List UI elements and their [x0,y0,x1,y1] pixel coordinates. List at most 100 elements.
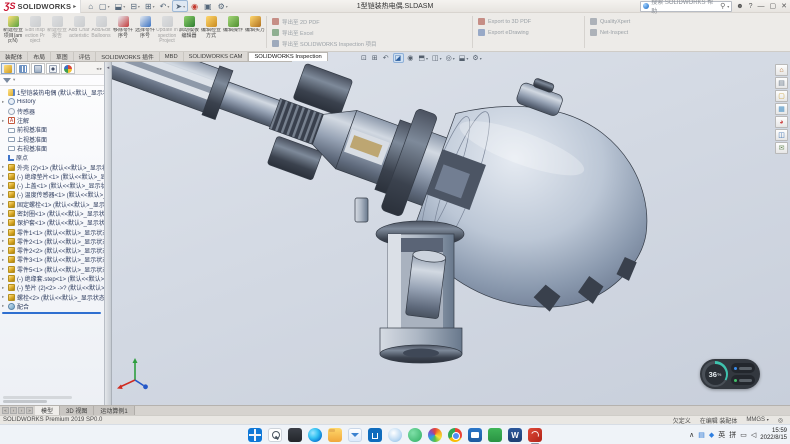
tree-item[interactable]: ▸ 固定螺栓<1> (默认<<默认>_显示状 [0,200,104,209]
taskbar-app-icon[interactable] [308,428,322,442]
tree-item[interactable]: 前视基准面 [0,125,104,134]
restore-button[interactable]: ▢ [770,2,777,10]
tree-item[interactable]: ▸ 螺栓<2> (默认<<默认>_显示状态- [0,293,104,302]
recorder-button-2[interactable] [731,375,755,385]
taskbar-clock[interactable]: 15:59 2022/8/15 [760,428,787,442]
taskbar-app-icon[interactable] [248,428,262,442]
commandmanager-tab[interactable]: SOLIDWORKS CAM [184,52,249,61]
ribbon-button[interactable]: 新建检查报告 [46,14,68,51]
taskbar-app-icon[interactable] [268,428,282,442]
quick-access-button[interactable]: ⚙▾ [216,0,230,12]
export-command[interactable]: Export eDrawing [478,27,531,38]
tray-icon[interactable]: ◆ [709,431,714,439]
commandmanager-tab[interactable]: MBD [160,52,184,61]
tree-filter[interactable]: ▾ [0,75,104,86]
taskpane-icon[interactable]: ◫ [775,129,788,141]
screen-recorder-widget[interactable]: 36% [700,359,760,389]
assembly-model[interactable] [112,52,790,405]
tree-item[interactable]: ▸ (-) 绝缘垫片<1> (默认<<默认>_显示 [0,172,104,181]
ribbon-button[interactable]: Add/Edit Balloons [90,14,112,51]
headsup-tool-icon[interactable]: ⬒▾ [417,53,429,63]
quick-access-button[interactable]: ◉ [189,0,201,12]
tree-item[interactable]: ▸ 零件2<1> (默认<<默认>_显示状态- [0,237,104,246]
filter-dropdown-icon[interactable]: ▾ [13,77,15,83]
taskbar-app-icon[interactable] [488,428,502,442]
panel-splitter[interactable]: ◂ [105,62,112,405]
quick-access-button[interactable]: ▣ [202,0,215,12]
tree-item[interactable]: ▸ (-) 上盖<1> (默认<<默认>_显示状态 [0,181,104,190]
headsup-tool-icon[interactable]: ◪ [393,53,405,63]
tree-item[interactable]: ▸ (-) 垫片 (2)<2> ->? (默认<<默认>_ [0,283,104,292]
headsup-tool-icon[interactable]: ⊡ [360,53,369,63]
view-tab-nav-button[interactable]: « [2,407,9,414]
commandmanager-tab[interactable]: 装配体 [0,52,28,61]
ribbon-button[interactable]: 选择零件序号 [134,14,156,51]
search-icon[interactable]: ⚲ [720,2,725,10]
ribbon-button[interactable]: 编辑检查方式 [200,14,222,51]
ribbon-button[interactable]: 启动模板编辑器 [178,14,200,51]
taskpane-icon[interactable]: ⌂ [775,64,788,76]
commandmanager-tab[interactable]: SOLIDWORKS Inspection [248,52,327,61]
tray-icon[interactable]: ∧ [689,431,694,439]
search-dropdown-icon[interactable]: ▾ [727,4,729,9]
taskpane-icon[interactable]: ▦ [775,103,788,115]
tree-item[interactable]: ▸ 配合 [0,302,104,311]
taskpane-icon[interactable]: ◕ [775,116,788,128]
quick-access-button[interactable]: ⊞▾ [143,0,157,12]
tree-item[interactable]: ▸ 零件1<1> (默认<<默认>_显示状态- [0,227,104,236]
panel-tab-arrows[interactable]: ◂ ▸ [96,66,103,72]
headsup-tool-icon[interactable]: ⬓▾ [458,53,470,63]
headsup-tool-icon[interactable]: ↶ [382,53,391,63]
quick-access-button[interactable]: ▢▾ [97,0,112,12]
quick-access-button[interactable]: ⊟▾ [128,0,142,12]
headsup-tool-icon[interactable]: ⊞ [371,53,380,63]
tray-icon[interactable]: 英 [718,430,725,440]
minimize-button[interactable]: — [758,3,765,10]
view-tab[interactable]: 模型 [35,406,60,415]
taskpane-icon[interactable]: ✉ [775,142,788,154]
commandmanager-tab[interactable]: 评估 [74,52,97,61]
taskbar-app-icon[interactable] [328,428,342,442]
help-button[interactable]: ? [749,3,753,10]
export-command[interactable]: 导出至 Excel [272,27,376,38]
export-command[interactable]: QualityXpert [590,16,630,27]
tree-item[interactable]: ▸ 保护套<1> (默认<<默认>_显示状态 [0,218,104,227]
taskbar-app-icon[interactable] [408,428,422,442]
export-command[interactable]: Export to 3D PDF [478,16,531,27]
quick-access-button[interactable]: ⬓▾ [113,0,128,12]
search-input[interactable]: 搜索 SOLIDWORKS 帮助 ⚲ ▾ [640,1,732,12]
tree-item[interactable]: ▸ (-) 温度传感器<1> (默认<<默认>_显 [0,190,104,199]
taskpane-icon[interactable]: ▢ [775,90,788,102]
user-account-icon[interactable]: ☻ [736,3,743,10]
view-tab-nav-button[interactable]: » [26,407,33,414]
featuremanager-tab[interactable] [31,63,45,74]
featuremanager-tab[interactable] [61,63,75,74]
view-tab-nav-button[interactable]: › [18,407,25,414]
tree-item[interactable]: ▸ History [0,97,104,106]
graphics-viewport[interactable]: ⊡ ⊞ ↶ ◪ ◉ ⬒▾ ◫▾ ◎▾ ⬓▾ ⚙▾ ⌂ [112,52,790,405]
scrollbar-thumb-1[interactable] [3,396,72,399]
tree-item[interactable]: 1型铠装热电偶 (默认<默认_显示状态-1>) [0,88,104,97]
tree-item[interactable]: 传感器 [0,107,104,116]
tree-item[interactable]: ▸ 零件3<1> (默认<<默认>_显示状态- [0,255,104,264]
ribbon-button[interactable]: 编辑买方 [244,14,266,51]
ribbon-button[interactable]: Add Characteristic [68,14,90,51]
taskbar-app-icon[interactable] [348,428,362,442]
headsup-tool-icon[interactable]: ◫▾ [431,53,443,63]
featuremanager-tab[interactable] [1,63,15,74]
taskbar-app-icon[interactable] [388,428,402,442]
ribbon-button[interactable]: Edit Inspection Project [24,14,46,51]
headsup-tool-icon[interactable]: ◉ [406,53,415,63]
tree-item[interactable]: ▸ 密封圈<1> (默认<<默认>_显示状态 [0,209,104,218]
view-tab[interactable]: 运动算例1 [94,406,134,415]
tree-item[interactable]: 右视基准面 [0,144,104,153]
taskbar-app-icon[interactable] [448,428,462,442]
featuremanager-tab[interactable] [16,63,30,74]
tree-item[interactable]: ▸ 零件5<1> (默认<<默认>_显示状态- [0,265,104,274]
status-help-icon[interactable]: ◎ [778,417,783,424]
view-tab[interactable]: 3D 视图 [60,406,94,415]
rollback-bar[interactable] [2,312,101,314]
tray-icon[interactable]: ◁ [751,431,756,439]
export-command[interactable]: 导出至 2D PDF [272,16,376,27]
featuremanager-tab[interactable] [46,63,60,74]
